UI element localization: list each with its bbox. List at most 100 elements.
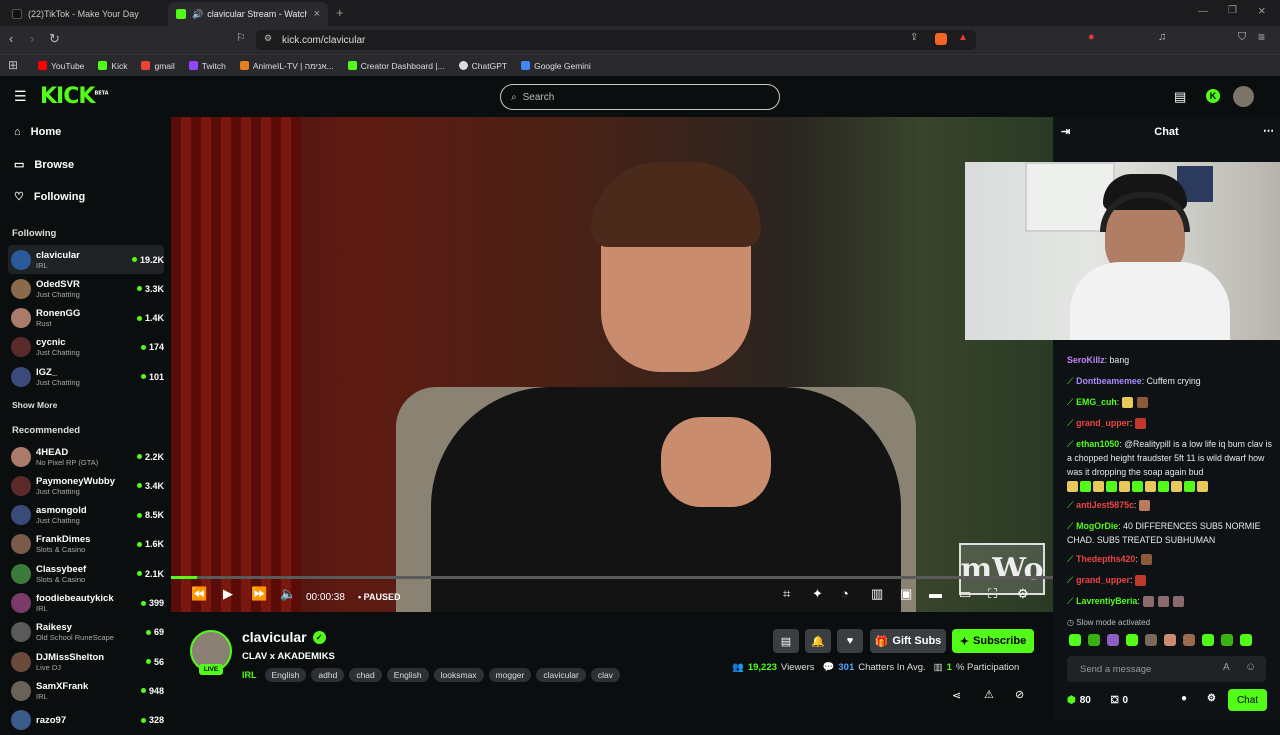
- emote-4[interactable]: [1126, 634, 1138, 646]
- shield-icon[interactable]: ⛉: [1238, 31, 1246, 44]
- share-icon[interactable]: ⇪: [910, 32, 918, 43]
- chat-username[interactable]: Dontbeamemee: [1076, 376, 1142, 386]
- nav-home[interactable]: ⌂ Home: [14, 126, 61, 138]
- theater-mode-icon[interactable]: ▭: [959, 586, 971, 602]
- kick-points-icon[interactable]: K: [1206, 89, 1220, 103]
- send-chat-button[interactable]: Chat: [1228, 689, 1267, 711]
- recommended-channel-item[interactable]: razo97 328: [8, 706, 164, 735]
- rewards-icon[interactable]: ▲: [958, 32, 968, 43]
- stream-tag[interactable]: adhd: [311, 668, 345, 682]
- music-icon[interactable]: ♫: [1158, 31, 1166, 43]
- url-field[interactable]: kick.com/clavicular: [256, 30, 976, 50]
- emote-10[interactable]: [1240, 634, 1252, 646]
- bookmark-twitch[interactable]: Twitch: [188, 61, 226, 71]
- miniplayer-icon[interactable]: ▬: [929, 586, 942, 601]
- follow-button[interactable]: ♥: [837, 629, 863, 653]
- chat-username[interactable]: SeroKillz: [1067, 355, 1105, 365]
- chat-username[interactable]: antiJest5875c: [1076, 500, 1134, 510]
- following-channel-item[interactable]: RonenGG Rust 1.4K: [8, 304, 164, 333]
- nav-browse[interactable]: ▭ Browse: [14, 158, 74, 172]
- bookmark-gemini[interactable]: Google Gemini: [521, 61, 591, 71]
- bookmark-youtube[interactable]: YouTube: [38, 61, 84, 71]
- kick-logo[interactable]: KICKBETA: [40, 84, 109, 109]
- reload-icon[interactable]: ↻: [49, 31, 60, 47]
- chat-options-icon[interactable]: ⋯: [1263, 124, 1274, 137]
- chat-input[interactable]: Send a message A ☺: [1067, 656, 1266, 682]
- recommended-channel-item[interactable]: Classybeef Slots & Casino 2.1K: [8, 559, 164, 588]
- video-player[interactable]: mWo: [171, 117, 1053, 612]
- mute-icon[interactable]: ⊘: [1015, 688, 1024, 701]
- tab-kick[interactable]: 🔊 clavicular Stream - Watch Live... ×: [168, 2, 328, 26]
- chat-username[interactable]: grand_upper: [1076, 575, 1130, 585]
- stream-tag[interactable]: looksmax: [433, 668, 484, 682]
- emote-9[interactable]: [1221, 634, 1233, 646]
- emoji-icon[interactable]: ☺: [1245, 661, 1256, 673]
- brave-icon[interactable]: [935, 33, 947, 45]
- drops-icon[interactable]: ▤: [1174, 89, 1186, 105]
- new-tab-button[interactable]: +: [336, 5, 344, 20]
- collapse-chat-icon[interactable]: ⇥: [1061, 125, 1070, 138]
- pip-icon[interactable]: ▣: [900, 586, 912, 602]
- chat-username[interactable]: LavrentiyBeria: [1076, 596, 1137, 606]
- recommended-channel-item[interactable]: PaymoneyWubby Just Chatting 3.4K: [8, 471, 164, 500]
- tab-tiktok[interactable]: (22)TikTok - Make Your Day: [4, 2, 164, 26]
- emote-2[interactable]: [1088, 634, 1100, 646]
- bookmark-kick[interactable]: Kick: [98, 61, 127, 71]
- bookmark-chatgpt[interactable]: ChatGPT: [458, 61, 507, 71]
- following-channel-item[interactable]: clavicular IRL 19.2K: [8, 245, 164, 274]
- emote-6[interactable]: [1164, 634, 1176, 646]
- stream-tag[interactable]: mogger: [488, 668, 532, 682]
- recommended-channel-item[interactable]: foodiebeautykick IRL 399: [8, 589, 164, 618]
- emote-1[interactable]: [1069, 634, 1081, 646]
- clip-icon[interactable]: ⌗: [783, 586, 790, 602]
- chat-settings-icon[interactable]: ⚙: [1207, 693, 1216, 704]
- recommended-channel-item[interactable]: 4HEAD No Pixel RP (GTA) 2.2K: [8, 442, 164, 471]
- chat-username[interactable]: EMG_cuh: [1076, 397, 1117, 407]
- show-more-link[interactable]: Show More: [12, 400, 57, 410]
- nav-following[interactable]: ♡ Following: [14, 190, 85, 204]
- sparkle-icon[interactable]: ✦: [812, 586, 823, 602]
- recommended-channel-item[interactable]: Raikesy Old School RuneScape 69: [8, 618, 164, 647]
- category-link[interactable]: IRL: [242, 670, 257, 680]
- forward-icon[interactable]: ›: [30, 31, 34, 46]
- gift-subs-button[interactable]: 🎁 Gift Subs: [870, 629, 946, 653]
- emote-8[interactable]: [1202, 634, 1214, 646]
- bookmark-creator-dashboard[interactable]: Creator Dashboard |...: [347, 61, 445, 71]
- fullscreen-icon[interactable]: ⛶: [988, 586, 997, 602]
- following-channel-item[interactable]: OdedSVR Just Chatting 3.3K: [8, 274, 164, 303]
- user-avatar[interactable]: [1233, 86, 1254, 107]
- recommended-channel-item[interactable]: SamXFrank IRL 948: [8, 676, 164, 705]
- chat-username[interactable]: Thedepths420: [1076, 554, 1135, 564]
- apps-grid-icon[interactable]: ⊞: [8, 58, 18, 72]
- chat-username[interactable]: ethan1050: [1076, 439, 1119, 449]
- chat-bubble-icon[interactable]: ●: [1181, 693, 1187, 704]
- settings-gear-icon[interactable]: ⚙: [1017, 586, 1029, 602]
- bookmark-gmail[interactable]: gmail: [141, 61, 175, 71]
- chat-username[interactable]: grand_upper: [1076, 418, 1130, 428]
- recommended-channel-item[interactable]: FrankDimes Slots & Casino 1.6K: [8, 530, 164, 559]
- minimize-icon[interactable]: —: [1198, 6, 1208, 17]
- emote-7[interactable]: [1183, 634, 1195, 646]
- volume-icon[interactable]: 🔈: [280, 586, 296, 602]
- search-input[interactable]: ⌕ Search: [500, 84, 780, 110]
- speed-icon[interactable]: ◔: [841, 586, 849, 601]
- window-close-icon[interactable]: ×: [1258, 3, 1266, 18]
- following-channel-item[interactable]: IGZ_ Just Chatting 101: [8, 362, 164, 391]
- menu-icon[interactable]: ≡: [1258, 30, 1265, 44]
- bookmark-icon[interactable]: ⚐: [236, 31, 246, 44]
- stream-tag[interactable]: English: [264, 668, 307, 682]
- following-channel-item[interactable]: cycnic Just Chatting 174: [8, 333, 164, 362]
- emote-3[interactable]: [1107, 634, 1119, 646]
- channel-name[interactable]: clavicular ✓: [242, 629, 326, 645]
- emote-5[interactable]: [1145, 634, 1157, 646]
- close-tab-icon[interactable]: ×: [314, 8, 320, 20]
- recommended-channel-item[interactable]: DJMissShelton Live DJ 56: [8, 647, 164, 676]
- progress-bar[interactable]: [171, 576, 1053, 579]
- translate-icon[interactable]: A: [1223, 662, 1230, 673]
- rewind-icon[interactable]: ⏪: [191, 586, 207, 602]
- hamburger-menu-icon[interactable]: ☰: [14, 88, 27, 105]
- extension-icon[interactable]: ●: [1088, 31, 1095, 43]
- recommended-channel-item[interactable]: asmongold Just Chatting 8.5K: [8, 501, 164, 530]
- stats-icon[interactable]: ▥: [871, 586, 883, 602]
- fast-forward-icon[interactable]: ⏩: [251, 586, 267, 602]
